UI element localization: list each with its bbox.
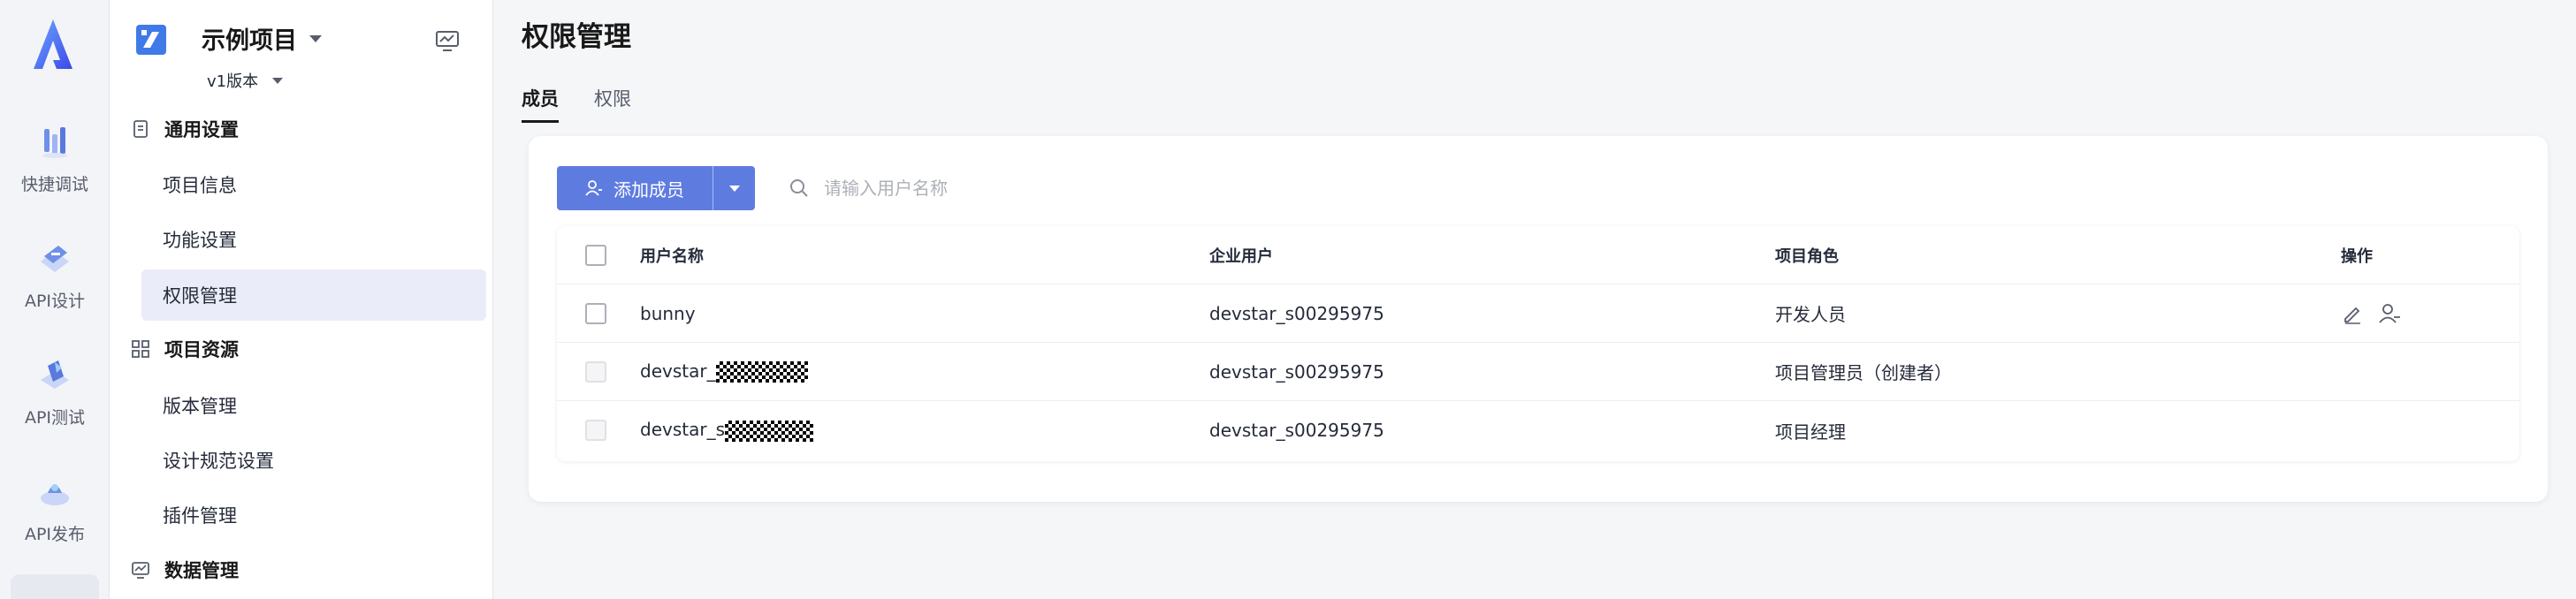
add-member-button[interactable]: 添加成员 (557, 166, 713, 210)
app-rail: 快捷调试 API设计 API测试 API发布 (0, 0, 110, 599)
grid-icon (132, 340, 149, 358)
chevron-down-icon (272, 77, 284, 84)
version-switcher[interactable]: v1版本 (207, 69, 284, 92)
monitor-icon[interactable] (435, 30, 460, 53)
rail-item-api-design[interactable]: API设计 (0, 231, 110, 329)
add-member-split-button: 添加成员 (557, 166, 755, 210)
project-switcher[interactable]: 示例项目 (202, 21, 322, 56)
table-row: devstar_ devstar_s00295975 项目管理员（创建者） (557, 343, 2519, 401)
edit-icon[interactable] (2341, 302, 2364, 325)
rail-label: 快捷调试 (20, 175, 88, 194)
add-member-label: 添加成员 (614, 178, 684, 201)
sidebar-item-label: 插件管理 (163, 505, 237, 527)
sidebar-item-project-info[interactable]: 项目信息 (141, 159, 486, 210)
user-name-text: devstar_ (640, 360, 716, 382)
header-username[interactable]: 用户名称 (640, 244, 704, 267)
project-name: 示例项目 (202, 27, 297, 55)
project-sidebar: 示例项目 v1版本 通用设置 项目信息 功能设置 权限管理 项目资源 版本管理 … (110, 0, 493, 599)
project-role-cell: 项目经理 (1775, 421, 1846, 443)
row-checkbox (585, 420, 606, 441)
sidebar-item-feature-settings[interactable]: 功能设置 (141, 214, 486, 265)
header-actions: 操作 (2341, 246, 2373, 266)
rail-label: API设计 (24, 292, 86, 311)
monitor-chart-icon (132, 562, 149, 579)
sidebar-item-version-management[interactable]: 版本管理 (141, 380, 486, 431)
sidebar-item-label: 版本管理 (163, 396, 237, 417)
rail-item-api-publish[interactable]: API发布 (0, 465, 110, 562)
add-user-icon (585, 180, 602, 196)
redaction-mask (715, 361, 808, 383)
add-member-dropdown-toggle[interactable] (713, 166, 755, 210)
enterprise-user-cell: devstar_s00295975 (1209, 302, 1384, 324)
row-checkbox[interactable] (585, 302, 606, 324)
sidebar-item-label: 项目信息 (163, 175, 237, 196)
group-data-management[interactable]: 数据管理 (131, 552, 239, 588)
table-header-row: 用户名称 企业用户 项目角色 操作 (557, 226, 2519, 284)
redaction-mask (725, 420, 813, 442)
api-publish-icon (41, 484, 69, 505)
app-logo-icon[interactable] (27, 16, 80, 72)
table-row: devstar_s devstar_s00295975 项目经理 (557, 401, 2519, 459)
enterprise-user-cell: devstar_s00295975 (1209, 360, 1384, 383)
enterprise-user-cell: devstar_s00295975 (1209, 420, 1384, 441)
project-role-cell: 项目管理员（创建者） (1775, 362, 1952, 383)
group-general-settings[interactable]: 通用设置 (131, 111, 239, 147)
user-name-text: devstar_s (640, 419, 725, 441)
search-icon (790, 179, 808, 197)
table-row: bunny devstar_s00295975 开发人员 (557, 284, 2519, 343)
group-title: 通用设置 (164, 119, 239, 140)
sidebar-item-plugin-management[interactable]: 插件管理 (141, 489, 486, 541)
user-name-cell: devstar_ (640, 360, 808, 383)
group-title: 数据管理 (164, 560, 239, 581)
rail-item-api-test[interactable]: API测试 (0, 348, 110, 445)
page-title: 权限管理 (522, 21, 631, 53)
sidebar-item-label: 功能设置 (163, 230, 237, 251)
chevron-down-icon (309, 34, 322, 42)
rail-item-partial[interactable] (11, 574, 99, 599)
group-title: 项目资源 (164, 339, 239, 360)
row-checkbox (585, 360, 606, 383)
search-input[interactable] (824, 178, 1195, 199)
rail-label: API测试 (24, 408, 86, 428)
sidebar-item-permissions[interactable]: 权限管理 (141, 269, 486, 321)
api-design-icon (41, 246, 69, 272)
members-card: 添加成员 用户名称 企业用户 项目角色 操作 bunny devstar_s00… (529, 136, 2548, 502)
remove-user-icon[interactable] (2378, 302, 2401, 325)
user-name-cell: bunny (640, 302, 696, 324)
quick-debug-icon (42, 127, 67, 158)
members-table: 用户名称 企业用户 项目角色 操作 bunny devstar_s0029597… (557, 226, 2519, 461)
group-project-resources[interactable]: 项目资源 (131, 331, 239, 367)
sidebar-item-label: 权限管理 (163, 285, 237, 307)
document-icon (133, 120, 148, 138)
select-all-checkbox[interactable] (585, 244, 606, 266)
search-box (789, 166, 1231, 210)
tab-members[interactable]: 成员 (522, 85, 559, 123)
rail-label: API发布 (24, 525, 86, 544)
project-logo-icon (136, 25, 166, 55)
sidebar-item-design-spec[interactable]: 设计规范设置 (141, 435, 486, 486)
header-project-role[interactable]: 项目角色 (1775, 244, 1839, 267)
tab-permissions[interactable]: 权限 (594, 85, 631, 120)
sidebar-item-label: 设计规范设置 (163, 451, 274, 472)
project-role-cell: 开发人员 (1775, 304, 1846, 325)
api-test-icon (41, 360, 69, 389)
rail-item-quick-debug[interactable]: 快捷调试 (0, 115, 110, 212)
version-label: v1版本 (207, 72, 259, 91)
user-name-cell: devstar_s (640, 419, 813, 442)
header-enterprise-user[interactable]: 企业用户 (1209, 244, 1273, 267)
chevron-down-icon (728, 185, 740, 192)
